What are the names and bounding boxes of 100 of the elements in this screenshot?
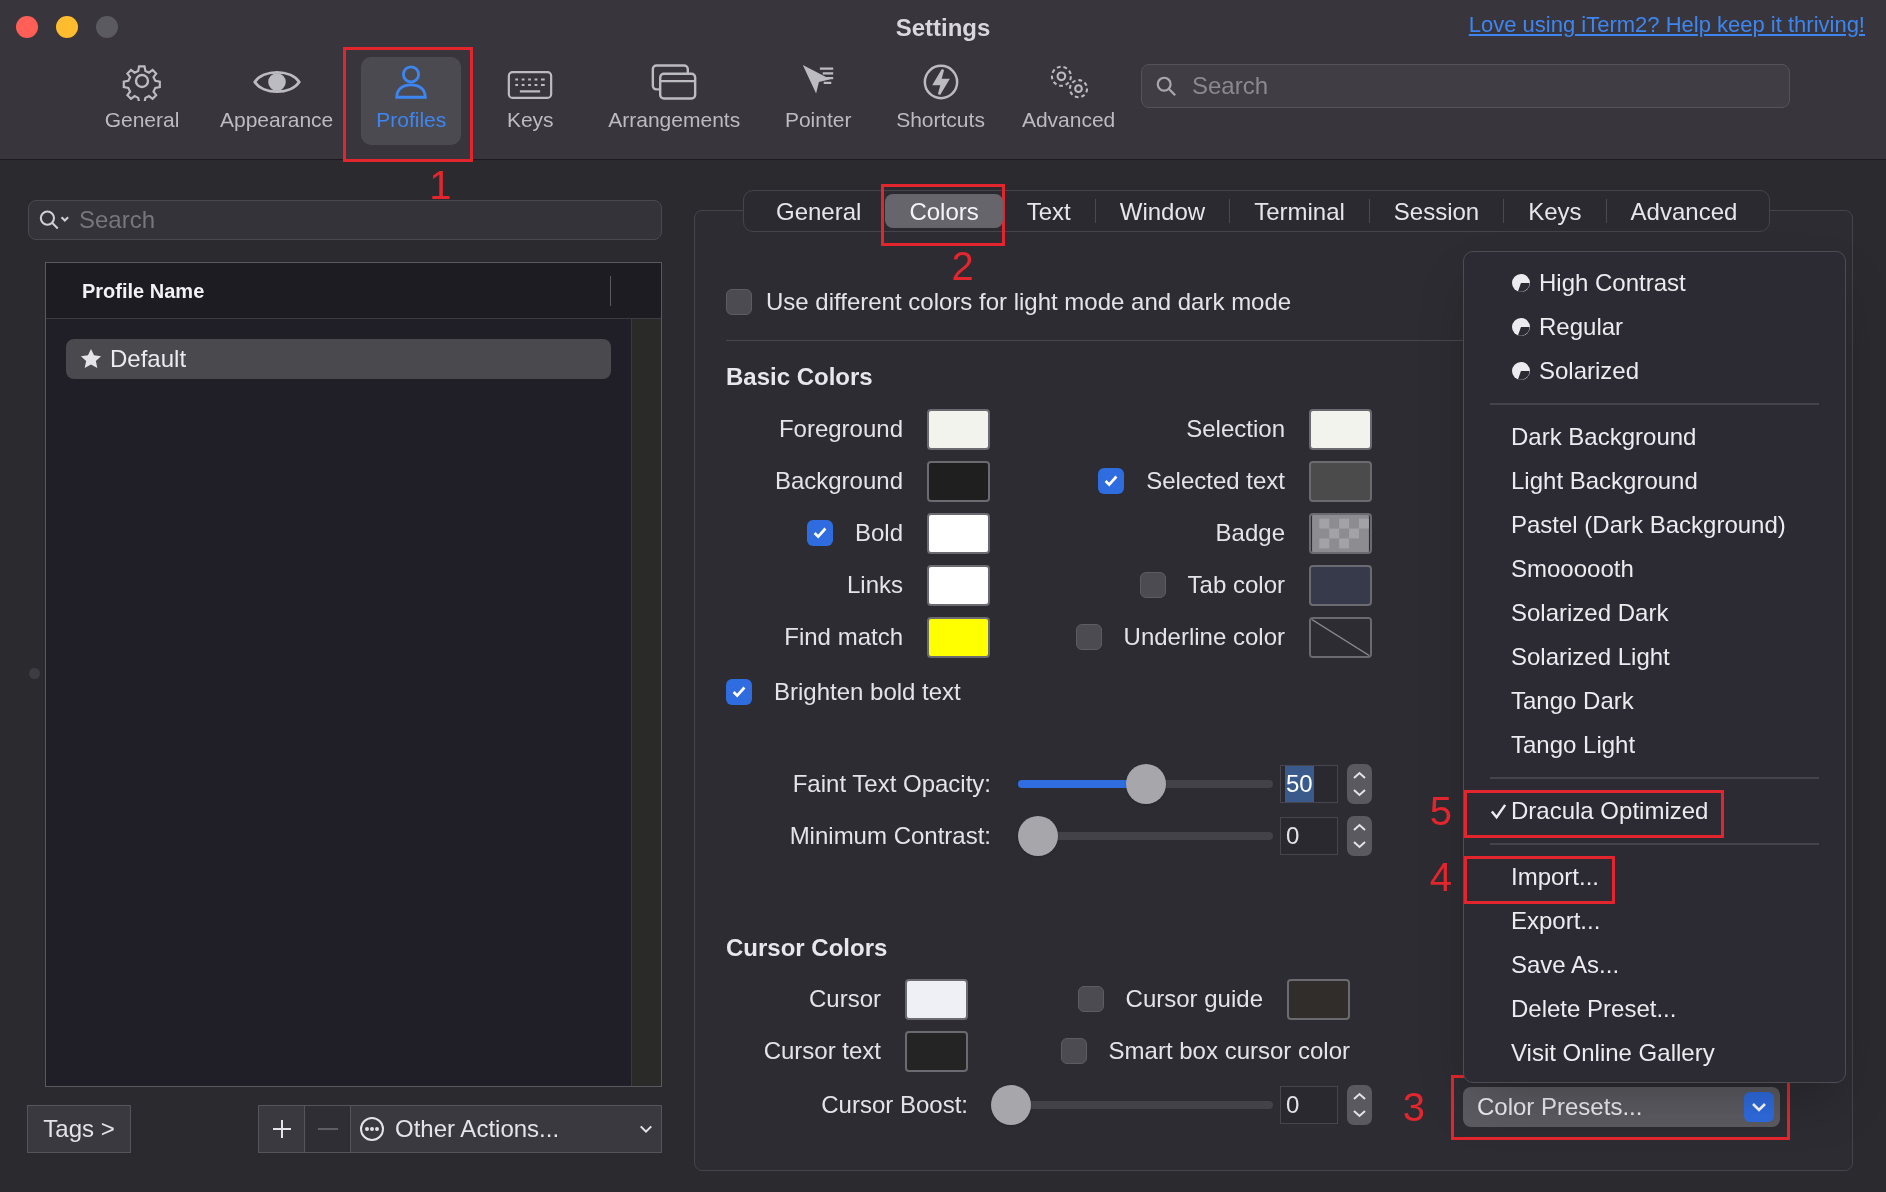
close-button[interactable] [16, 16, 38, 38]
chevron-icon [639, 1124, 653, 1134]
stepper[interactable] [1347, 764, 1372, 804]
annotation-number: 4 [1429, 857, 1452, 897]
checkbox[interactable] [1075, 624, 1102, 650]
color-swatch[interactable] [1287, 978, 1350, 1020]
menu-item[interactable]: Solarized [1489, 353, 1640, 389]
color-swatch[interactable] [927, 564, 990, 606]
search-field[interactable]: Search [28, 200, 662, 240]
checkbox[interactable] [1077, 986, 1104, 1012]
toolbar-tab[interactable]: Arrangements [599, 57, 750, 145]
menu-item[interactable]: Light Background [1489, 463, 1698, 499]
tab[interactable]: Advanced [1606, 194, 1762, 228]
color-label: Underline color [1123, 622, 1285, 652]
checkmark-icon [1489, 801, 1508, 821]
menu-item[interactable]: Delete Preset... [1489, 991, 1677, 1027]
color-swatch[interactable] [1309, 460, 1372, 502]
number-field[interactable]: 0 [1280, 1086, 1338, 1124]
slider-thumb[interactable] [1125, 764, 1166, 804]
stepper[interactable] [1347, 1085, 1372, 1125]
toolbar-tab[interactable]: Advanced [1012, 57, 1125, 145]
menu-item[interactable]: Save As... [1489, 947, 1620, 983]
stepper[interactable] [1347, 816, 1372, 856]
toolbar-tab[interactable]: Keys [480, 57, 581, 145]
plus-icon [271, 1119, 292, 1139]
slider-thumb[interactable] [1018, 816, 1058, 856]
tab[interactable]: Colors [885, 194, 1003, 228]
toolbar-tab[interactable]: Shortcuts [887, 57, 994, 145]
color-swatch[interactable] [1309, 616, 1372, 658]
menu-item[interactable]: High Contrast [1489, 265, 1686, 301]
color-label: Selection [1186, 414, 1285, 444]
toolbar-tab[interactable]: Appearance [211, 57, 343, 145]
tab[interactable]: General [752, 194, 886, 228]
chevron-icon [1744, 1092, 1774, 1122]
tab[interactable]: Session [1369, 194, 1504, 228]
checkbox[interactable] [806, 520, 833, 546]
number-field[interactable]: 50 [1280, 765, 1338, 803]
color-swatch[interactable] [1309, 408, 1372, 450]
color-swatch[interactable] [1309, 564, 1372, 606]
menu-item[interactable]: Visit Online Gallery [1489, 1035, 1715, 1071]
other-actions-dropdown[interactable]: Other Actions... [351, 1105, 662, 1153]
minimize-button[interactable] [56, 16, 78, 38]
slider[interactable] [991, 1083, 1273, 1127]
menu-item[interactable]: Import... [1489, 859, 1600, 895]
menu-item[interactable]: Solarized Dark [1489, 595, 1669, 631]
color-label: Cursor guide [1125, 984, 1263, 1014]
tab[interactable]: Text [1002, 194, 1095, 228]
menu-item[interactable]: Tango Dark [1489, 683, 1634, 719]
color-swatch[interactable] [1309, 512, 1372, 554]
section-heading: Cursor Colors [726, 933, 888, 960]
tags-button[interactable]: Tags > [27, 1105, 131, 1153]
slider[interactable] [1018, 762, 1273, 806]
color-label: Foreground [778, 414, 903, 444]
checkbox[interactable] [1060, 1038, 1087, 1064]
checkbox[interactable] [1139, 572, 1166, 598]
color-swatch[interactable] [905, 1030, 968, 1072]
window-title: Settings [895, 13, 991, 43]
color-swatch[interactable] [905, 978, 968, 1020]
annotation-number: 2 [951, 246, 974, 286]
contrast-icon [1511, 361, 1531, 381]
toolbar-tab[interactable]: Pointer [768, 57, 869, 145]
tab[interactable]: Window [1095, 194, 1230, 228]
menu-item[interactable]: Tango Light [1489, 727, 1636, 763]
checkbox[interactable] [726, 289, 752, 315]
toolbar-tab[interactable]: General [92, 57, 192, 145]
menu-item[interactable]: Solarized Light [1489, 639, 1670, 675]
slider-label: Faint Text Opacity: [792, 769, 991, 799]
profile-row[interactable]: Default [66, 339, 611, 379]
slider[interactable] [1018, 814, 1273, 858]
menu-item[interactable]: Dark Background [1489, 419, 1697, 455]
annotation-number: 3 [1402, 1087, 1425, 1127]
color-label: Cursor [809, 984, 881, 1014]
slider-label: Cursor Boost: [821, 1090, 968, 1120]
menu-item[interactable]: Smoooooth [1489, 551, 1634, 587]
slider-thumb[interactable] [991, 1085, 1031, 1125]
color-swatch[interactable] [927, 460, 990, 502]
color-swatch[interactable] [927, 512, 990, 554]
menu-item[interactable]: Regular [1489, 309, 1624, 345]
menu-item[interactable]: Pastel (Dark Background) [1489, 507, 1786, 543]
search-field[interactable]: Search [1141, 64, 1790, 108]
annotation-number: 5 [1429, 791, 1452, 831]
keyboard-icon [507, 68, 554, 101]
checkbox[interactable] [726, 679, 752, 705]
menu-item[interactable]: Export... [1489, 903, 1601, 939]
column-header: Profile Name [82, 278, 205, 304]
checkbox[interactable] [1098, 468, 1125, 494]
tab[interactable]: Keys [1504, 194, 1606, 228]
menu-item[interactable]: Dracula Optimized [1489, 793, 1709, 829]
tab[interactable]: Terminal [1230, 194, 1369, 228]
star-icon [80, 348, 102, 370]
color-swatch[interactable] [927, 408, 990, 450]
minus-icon [317, 1128, 338, 1130]
color-presets-dropdown[interactable]: Color Presets... [1463, 1087, 1780, 1127]
add-button[interactable] [258, 1105, 305, 1153]
color-label: Badge [1215, 518, 1285, 548]
color-label: Cursor text [763, 1036, 881, 1066]
color-swatch[interactable] [927, 616, 990, 658]
search-icon [38, 208, 70, 232]
color-label: Selected text [1146, 466, 1285, 496]
number-field[interactable]: 0 [1280, 817, 1338, 855]
